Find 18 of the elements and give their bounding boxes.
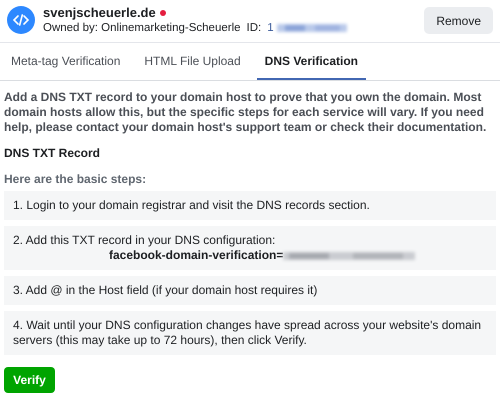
- step-text: 2. Add this TXT record in your DNS configuration:: [13, 233, 276, 248]
- owner-text: Owned by: Onlinemarketing-Scheuerle: [43, 22, 241, 34]
- tab[interactable]: HTML File Upload: [136, 44, 249, 80]
- code-icon: [7, 6, 35, 34]
- status-dot-icon: [160, 10, 166, 16]
- section-heading: DNS TXT Record: [4, 146, 102, 161]
- steps-intro: Here are the basic steps:: [4, 172, 148, 187]
- id-value[interactable]: 1: [267, 22, 274, 34]
- tab[interactable]: DNS Verification: [256, 44, 366, 80]
- step-text: 4. Wait until your DNS configuration changes have spread across your website's domain servers (this may take up to 72 hours), then click Verify.: [4, 311, 496, 355]
- intro-paragraph: Add a DNS TXT record to your domain host to prove that you own the domain. Most domain hosts allow this, but the specific steps for each service will vary. If you need help, please contact your domain host's support team or check their documentation.: [4, 90, 488, 135]
- step-text: 1. Login to your domain registrar and visit the DNS records section.: [4, 191, 496, 220]
- id-label: ID:: [246, 22, 262, 34]
- remove-button[interactable]: Remove: [424, 7, 493, 34]
- tab[interactable]: Meta-tag Verification: [3, 44, 128, 80]
- domain-name: svenjscheuerle.de: [43, 5, 156, 20]
- txt-record: facebook-domain-verification=: [109, 248, 284, 263]
- step-text: 3. Add @ in the Host field (if your domain host requires it): [4, 276, 496, 305]
